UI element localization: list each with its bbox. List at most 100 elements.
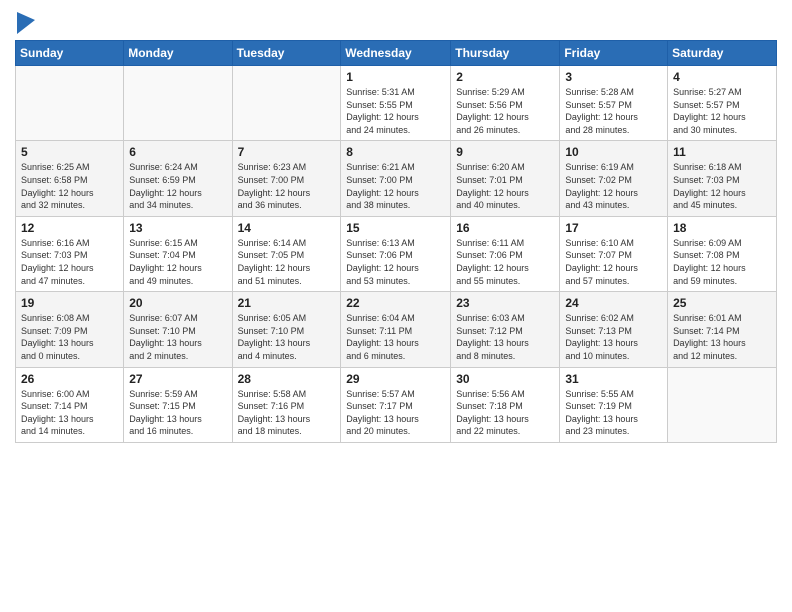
calendar-table: SundayMondayTuesdayWednesdayThursdayFrid… bbox=[15, 40, 777, 443]
logo-icon bbox=[17, 12, 35, 34]
calendar-cell: 5Sunrise: 6:25 AM Sunset: 6:58 PM Daylig… bbox=[16, 141, 124, 216]
day-info: Sunrise: 6:10 AM Sunset: 7:07 PM Dayligh… bbox=[565, 237, 662, 287]
day-info: Sunrise: 6:03 AM Sunset: 7:12 PM Dayligh… bbox=[456, 312, 554, 362]
weekday-header-tuesday: Tuesday bbox=[232, 41, 341, 66]
calendar-cell bbox=[124, 66, 232, 141]
calendar-cell: 1Sunrise: 5:31 AM Sunset: 5:55 PM Daylig… bbox=[341, 66, 451, 141]
day-number: 17 bbox=[565, 221, 662, 235]
calendar-week-row: 12Sunrise: 6:16 AM Sunset: 7:03 PM Dayli… bbox=[16, 216, 777, 291]
calendar-cell: 17 Sunrise: 6:10 AM Sunset: 7:07 PM Dayli… bbox=[560, 216, 668, 291]
day-number: 6 bbox=[129, 145, 226, 159]
day-info: Sunrise: 5:59 AM Sunset: 7:15 PM Dayligh… bbox=[129, 388, 226, 438]
day-info: Sunrise: 5:28 AM Sunset: 5:57 PM Dayligh… bbox=[565, 86, 662, 136]
header bbox=[15, 10, 777, 34]
day-number: 3 bbox=[565, 70, 662, 84]
day-info: Sunrise: 6:08 AM Sunset: 7:09 PM Dayligh… bbox=[21, 312, 118, 362]
day-info: Sunrise: 6:01 AM Sunset: 7:14 PM Dayligh… bbox=[673, 312, 771, 362]
day-number: 24 bbox=[565, 296, 662, 310]
day-info: Sunrise: 6:05 AM Sunset: 7:10 PM Dayligh… bbox=[238, 312, 336, 362]
calendar-cell: 10Sunrise: 6:19 AM Sunset: 7:02 PM Dayli… bbox=[560, 141, 668, 216]
day-info: Sunrise: 6:24 AM Sunset: 6:59 PM Dayligh… bbox=[129, 161, 226, 211]
day-number: 1 bbox=[346, 70, 445, 84]
calendar-cell: 20Sunrise: 6:07 AM Sunset: 7:10 PM Dayli… bbox=[124, 292, 232, 367]
day-info: Sunrise: 5:56 AM Sunset: 7:18 PM Dayligh… bbox=[456, 388, 554, 438]
calendar-cell: 6 Sunrise: 6:24 AM Sunset: 6:59 PM Daylig… bbox=[124, 141, 232, 216]
day-number: 21 bbox=[238, 296, 336, 310]
calendar-cell: 3 Sunrise: 5:28 AM Sunset: 5:57 PM Daylig… bbox=[560, 66, 668, 141]
calendar-cell: 16 Sunrise: 6:11 AM Sunset: 7:06 PM Dayli… bbox=[451, 216, 560, 291]
calendar-cell: 25 Sunrise: 6:01 AM Sunset: 7:14 PM Dayli… bbox=[668, 292, 777, 367]
weekday-header-thursday: Thursday bbox=[451, 41, 560, 66]
calendar-week-row: 5Sunrise: 6:25 AM Sunset: 6:58 PM Daylig… bbox=[16, 141, 777, 216]
weekday-header-monday: Monday bbox=[124, 41, 232, 66]
day-number: 23 bbox=[456, 296, 554, 310]
day-number: 26 bbox=[21, 372, 118, 386]
calendar-cell: 30Sunrise: 5:56 AM Sunset: 7:18 PM Dayli… bbox=[451, 367, 560, 442]
calendar-cell: 18 Sunrise: 6:09 AM Sunset: 7:08 PM Dayli… bbox=[668, 216, 777, 291]
page: SundayMondayTuesdayWednesdayThursdayFrid… bbox=[0, 0, 792, 458]
calendar-cell: 24 Sunrise: 6:02 AM Sunset: 7:13 PM Dayli… bbox=[560, 292, 668, 367]
calendar-cell: 4Sunrise: 5:27 AM Sunset: 5:57 PM Daylig… bbox=[668, 66, 777, 141]
day-number: 14 bbox=[238, 221, 336, 235]
day-info: Sunrise: 6:07 AM Sunset: 7:10 PM Dayligh… bbox=[129, 312, 226, 362]
day-number: 12 bbox=[21, 221, 118, 235]
day-number: 19 bbox=[21, 296, 118, 310]
day-info: Sunrise: 5:27 AM Sunset: 5:57 PM Dayligh… bbox=[673, 86, 771, 136]
weekday-header-saturday: Saturday bbox=[668, 41, 777, 66]
day-number: 18 bbox=[673, 221, 771, 235]
weekday-header-friday: Friday bbox=[560, 41, 668, 66]
day-info: Sunrise: 6:00 AM Sunset: 7:14 PM Dayligh… bbox=[21, 388, 118, 438]
weekday-header-sunday: Sunday bbox=[16, 41, 124, 66]
day-info: Sunrise: 6:14 AM Sunset: 7:05 PM Dayligh… bbox=[238, 237, 336, 287]
calendar-cell bbox=[16, 66, 124, 141]
day-info: Sunrise: 6:04 AM Sunset: 7:11 PM Dayligh… bbox=[346, 312, 445, 362]
day-number: 28 bbox=[238, 372, 336, 386]
calendar-cell: 12Sunrise: 6:16 AM Sunset: 7:03 PM Dayli… bbox=[16, 216, 124, 291]
calendar-cell: 27Sunrise: 5:59 AM Sunset: 7:15 PM Dayli… bbox=[124, 367, 232, 442]
day-number: 16 bbox=[456, 221, 554, 235]
calendar-cell: 2 Sunrise: 5:29 AM Sunset: 5:56 PM Daylig… bbox=[451, 66, 560, 141]
day-info: Sunrise: 6:09 AM Sunset: 7:08 PM Dayligh… bbox=[673, 237, 771, 287]
day-info: Sunrise: 6:13 AM Sunset: 7:06 PM Dayligh… bbox=[346, 237, 445, 287]
calendar-cell: 14 Sunrise: 6:14 AM Sunset: 7:05 PM Dayli… bbox=[232, 216, 341, 291]
calendar-cell: 8Sunrise: 6:21 AM Sunset: 7:00 PM Daylig… bbox=[341, 141, 451, 216]
day-number: 25 bbox=[673, 296, 771, 310]
day-info: Sunrise: 6:18 AM Sunset: 7:03 PM Dayligh… bbox=[673, 161, 771, 211]
day-info: Sunrise: 6:25 AM Sunset: 6:58 PM Dayligh… bbox=[21, 161, 118, 211]
day-info: Sunrise: 5:57 AM Sunset: 7:17 PM Dayligh… bbox=[346, 388, 445, 438]
weekday-header-wednesday: Wednesday bbox=[341, 41, 451, 66]
day-number: 9 bbox=[456, 145, 554, 159]
weekday-header-row: SundayMondayTuesdayWednesdayThursdayFrid… bbox=[16, 41, 777, 66]
calendar-cell: 31Sunrise: 5:55 AM Sunset: 7:19 PM Dayli… bbox=[560, 367, 668, 442]
day-info: Sunrise: 6:11 AM Sunset: 7:06 PM Dayligh… bbox=[456, 237, 554, 287]
calendar-cell: 23 Sunrise: 6:03 AM Sunset: 7:12 PM Dayli… bbox=[451, 292, 560, 367]
day-number: 15 bbox=[346, 221, 445, 235]
calendar-cell: 13 Sunrise: 6:15 AM Sunset: 7:04 PM Dayli… bbox=[124, 216, 232, 291]
calendar-cell: 28 Sunrise: 5:58 AM Sunset: 7:16 PM Dayli… bbox=[232, 367, 341, 442]
day-info: Sunrise: 6:20 AM Sunset: 7:01 PM Dayligh… bbox=[456, 161, 554, 211]
calendar-cell: 15 Sunrise: 6:13 AM Sunset: 7:06 PM Dayli… bbox=[341, 216, 451, 291]
calendar-cell: 19 Sunrise: 6:08 AM Sunset: 7:09 PM Dayli… bbox=[16, 292, 124, 367]
calendar-cell: 9 Sunrise: 6:20 AM Sunset: 7:01 PM Daylig… bbox=[451, 141, 560, 216]
calendar-cell: 21 Sunrise: 6:05 AM Sunset: 7:10 PM Dayli… bbox=[232, 292, 341, 367]
day-info: Sunrise: 6:15 AM Sunset: 7:04 PM Dayligh… bbox=[129, 237, 226, 287]
calendar-cell: 26 Sunrise: 6:00 AM Sunset: 7:14 PM Dayli… bbox=[16, 367, 124, 442]
calendar-cell: 7 Sunrise: 6:23 AM Sunset: 7:00 PM Daylig… bbox=[232, 141, 341, 216]
calendar-week-row: 1Sunrise: 5:31 AM Sunset: 5:55 PM Daylig… bbox=[16, 66, 777, 141]
day-number: 31 bbox=[565, 372, 662, 386]
calendar-cell bbox=[668, 367, 777, 442]
day-number: 7 bbox=[238, 145, 336, 159]
day-number: 22 bbox=[346, 296, 445, 310]
calendar-cell: 22 Sunrise: 6:04 AM Sunset: 7:11 PM Dayli… bbox=[341, 292, 451, 367]
day-info: Sunrise: 6:19 AM Sunset: 7:02 PM Dayligh… bbox=[565, 161, 662, 211]
day-info: Sunrise: 6:23 AM Sunset: 7:00 PM Dayligh… bbox=[238, 161, 336, 211]
day-info: Sunrise: 6:21 AM Sunset: 7:00 PM Dayligh… bbox=[346, 161, 445, 211]
day-number: 2 bbox=[456, 70, 554, 84]
day-info: Sunrise: 5:29 AM Sunset: 5:56 PM Dayligh… bbox=[456, 86, 554, 136]
day-info: Sunrise: 6:02 AM Sunset: 7:13 PM Dayligh… bbox=[565, 312, 662, 362]
logo bbox=[15, 14, 35, 34]
day-number: 13 bbox=[129, 221, 226, 235]
calendar-cell: 11Sunrise: 6:18 AM Sunset: 7:03 PM Dayli… bbox=[668, 141, 777, 216]
day-info: Sunrise: 5:58 AM Sunset: 7:16 PM Dayligh… bbox=[238, 388, 336, 438]
calendar-cell bbox=[232, 66, 341, 141]
